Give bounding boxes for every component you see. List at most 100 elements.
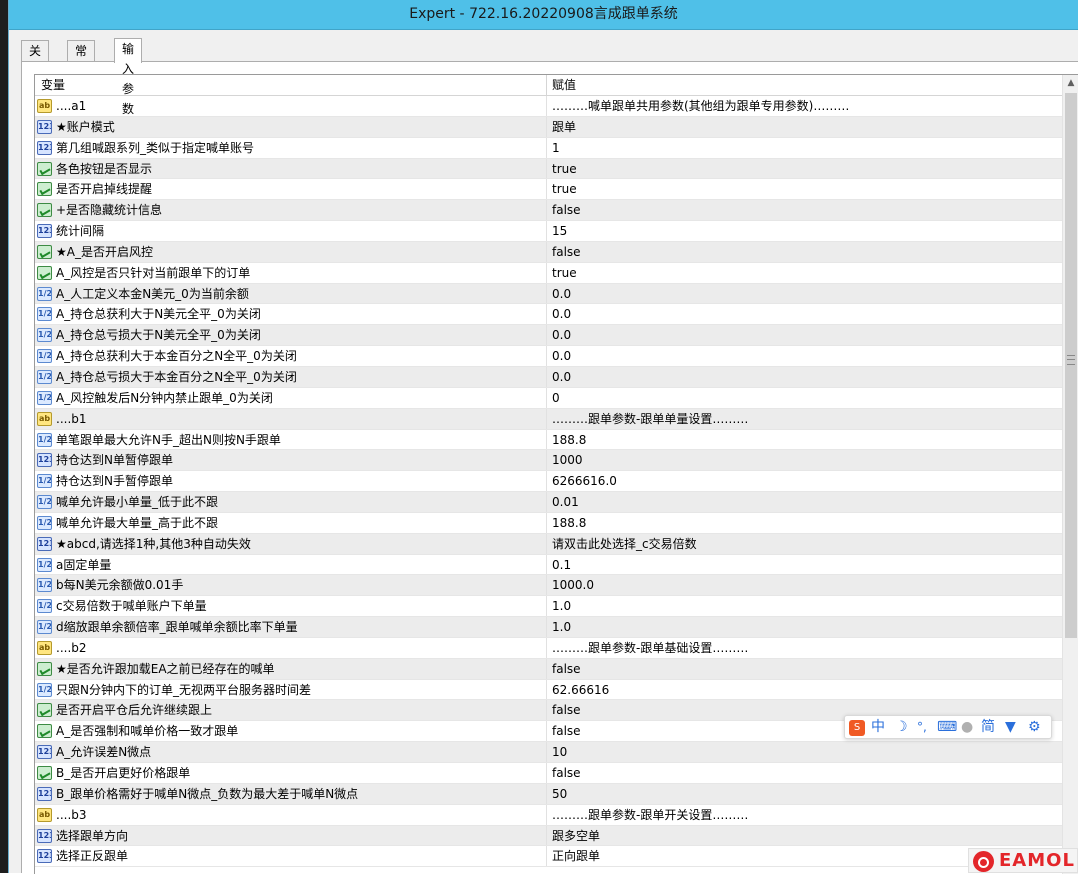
column-divider[interactable] xyxy=(546,75,547,95)
parameter-value[interactable]: 0.01 xyxy=(552,492,579,512)
parameter-row[interactable]: 1/2 a固定单量 0.1 xyxy=(35,554,1063,576)
sogou-logo-icon[interactable]: S xyxy=(849,720,865,736)
skin-shirt-icon[interactable]: ▼ xyxy=(1005,718,1016,736)
punctuation-icon[interactable]: °, xyxy=(917,718,927,736)
parameter-value[interactable]: 0 xyxy=(552,388,560,408)
parameter-value[interactable]: true xyxy=(552,159,577,179)
parameter-value[interactable]: false xyxy=(552,721,581,741)
parameter-value[interactable]: 10 xyxy=(552,742,567,762)
keyboard-icon[interactable]: ⌨ xyxy=(937,718,957,736)
parameter-value[interactable]: 50 xyxy=(552,784,567,804)
parameter-row[interactable]: 1/2 b每N美元余额做0.01手 1000.0 xyxy=(35,575,1063,597)
parameter-value[interactable]: 0.0 xyxy=(552,304,571,324)
parameter-row[interactable]: 123 A_允许误差N微点 10 xyxy=(35,742,1063,763)
parameter-row[interactable]: B_是否开启更好价格跟单 false xyxy=(35,763,1063,784)
parameter-name: A_是否强制和喊单价格一致才跟单 xyxy=(56,724,239,739)
parameter-value[interactable]: 1.0 xyxy=(552,596,571,616)
parameter-value[interactable]: ………喊单跟单共用参数(其他组为跟单专用参数)……… xyxy=(552,96,849,116)
parameter-row[interactable]: 123 B_跟单价格需好于喊单N微点_负数为最大差于喊单N微点 50 xyxy=(35,783,1063,805)
column-header-value[interactable]: 赋值 xyxy=(552,75,576,95)
parameter-row[interactable]: 1/2 只跟N分钟内下的订单_无视两平台服务器时间差 62.66616 xyxy=(35,679,1063,701)
double-type-icon: 1/2 xyxy=(37,515,52,530)
column-header-variable[interactable]: 变量 xyxy=(41,75,65,95)
parameter-name: 第几组喊跟系列_类似于指定喊单账号 xyxy=(56,140,255,155)
int-type-icon: 123 xyxy=(37,786,52,801)
settings-gear-icon[interactable]: ⚙ xyxy=(1028,718,1041,736)
parameter-value[interactable]: 1.0 xyxy=(552,617,571,637)
parameter-row[interactable]: 123 选择正反跟单 正向跟单 xyxy=(35,846,1063,868)
parameter-row[interactable]: 123 持仓达到N单暂停跟单 1000 xyxy=(35,450,1063,472)
tab-about[interactable]: 关于 xyxy=(21,40,50,78)
parameter-value[interactable]: ………跟单参数-跟单基础设置……… xyxy=(552,638,748,658)
parameter-row[interactable]: ab ....a1 ………喊单跟单共用参数(其他组为跟单专用参数)……… xyxy=(35,96,1063,117)
double-type-icon: 1/2 xyxy=(37,328,52,343)
parameter-value[interactable]: false xyxy=(552,763,581,783)
parameter-name: 只跟N分钟内下的订单_无视两平台服务器时间差 xyxy=(56,682,311,697)
parameter-row[interactable]: 1/2 c交易倍数于喊单账户下单量 1.0 xyxy=(35,596,1063,618)
parameter-value[interactable]: true xyxy=(552,263,577,283)
parameter-row[interactable]: 1/2 喊单允许最大单量_高于此不跟 188.8 xyxy=(35,512,1063,534)
parameter-value[interactable]: 0.0 xyxy=(552,284,571,304)
parameter-row[interactable]: 123 选择跟单方向 跟多空单 xyxy=(35,825,1063,847)
parameter-row[interactable]: 各色按钮是否显示 true xyxy=(35,158,1063,180)
parameter-row[interactable]: 是否开启掉线提醒 true xyxy=(35,179,1063,201)
parameter-value[interactable]: false xyxy=(552,242,581,262)
parameter-row[interactable]: ★是否允许跟加载EA之前已经存在的喊单 false xyxy=(35,658,1063,680)
parameter-value[interactable]: 188.8 xyxy=(552,430,586,450)
parameter-row[interactable]: +是否隐藏统计信息 false xyxy=(35,200,1063,222)
tab-input-parameters[interactable]: 输入参数 xyxy=(114,38,143,116)
parameter-row[interactable]: 1/2 A_持仓总亏损大于本金百分之N全平_0为关闭 0.0 xyxy=(35,366,1063,388)
vertical-scrollbar[interactable]: ▲ xyxy=(1062,75,1078,874)
ime-simplified-mode[interactable]: 简 xyxy=(981,718,995,736)
parameter-value[interactable]: false xyxy=(552,700,581,720)
parameter-value[interactable]: 188.8 xyxy=(552,513,586,533)
parameter-row[interactable]: 1/2 d缩放跟单余额倍率_跟单喊单余额比率下单量 1.0 xyxy=(35,617,1063,638)
parameter-value[interactable]: 1 xyxy=(552,138,560,158)
moon-icon[interactable]: ☽ xyxy=(895,718,908,736)
parameter-row[interactable]: ab ....b1 ………跟单参数-跟单单量设置……… xyxy=(35,408,1063,430)
parameter-row[interactable]: 1/2 喊单允许最小单量_低于此不跟 0.01 xyxy=(35,492,1063,513)
column-separator xyxy=(546,137,547,158)
parameter-row[interactable]: 123 ★abcd,请选择1种,其他3种自动失效 请双击此处选择_c交易倍数 xyxy=(35,533,1063,555)
parameter-value[interactable]: ………跟单参数-跟单单量设置……… xyxy=(552,409,748,429)
parameter-value[interactable]: true xyxy=(552,179,577,199)
parameter-row[interactable]: 123 ★账户模式 跟单 xyxy=(35,116,1063,138)
parameter-row[interactable]: ★A_是否开启风控 false xyxy=(35,241,1063,263)
parameter-row[interactable]: 1/2 A_持仓总获利大于本金百分之N全平_0为关闭 0.0 xyxy=(35,346,1063,367)
parameter-value[interactable]: false xyxy=(552,200,581,220)
parameter-value[interactable]: 0.1 xyxy=(552,555,571,575)
parameter-value[interactable]: 6266616.0 xyxy=(552,471,617,491)
scroll-up-arrow-icon[interactable]: ▲ xyxy=(1063,75,1078,92)
parameter-row[interactable]: 1/2 A_人工定义本金N美元_0为当前余额 0.0 xyxy=(35,283,1063,305)
parameter-value[interactable]: 62.66616 xyxy=(552,680,609,700)
parameter-row[interactable]: 123 第几组喊跟系列_类似于指定喊单账号 1 xyxy=(35,137,1063,159)
parameter-value[interactable]: 0.0 xyxy=(552,346,571,366)
parameter-value[interactable]: 0.0 xyxy=(552,367,571,387)
parameter-row[interactable]: 1/2 A_持仓总获利大于N美元全平_0为关闭 0.0 xyxy=(35,304,1063,326)
user-icon[interactable]: ● xyxy=(961,718,973,736)
parameter-value[interactable]: 15 xyxy=(552,221,567,241)
parameter-row[interactable]: 1/2 持仓达到N手暂停跟单 6266616.0 xyxy=(35,471,1063,493)
parameter-value[interactable]: 1000 xyxy=(552,450,583,470)
column-separator xyxy=(546,533,547,554)
parameter-row[interactable]: 1/2 单笔跟单最大允许N手_超出N则按N手跟单 188.8 xyxy=(35,429,1063,451)
parameter-row[interactable]: ab ....b3 ………跟单参数-跟单开关设置……… xyxy=(35,804,1063,826)
scrollbar-thumb[interactable] xyxy=(1065,93,1077,638)
parameter-value[interactable]: 跟多空单 xyxy=(552,826,600,846)
tab-common[interactable]: 常用 xyxy=(67,40,96,78)
parameter-value[interactable]: ………跟单参数-跟单开关设置……… xyxy=(552,805,748,825)
parameter-value[interactable]: 请双击此处选择_c交易倍数 xyxy=(552,534,697,554)
parameter-value[interactable]: 正向跟单 xyxy=(552,846,600,866)
string-type-icon: ab xyxy=(37,411,52,426)
parameter-value[interactable]: false xyxy=(552,659,581,679)
parameter-row[interactable]: 123 统计间隔 15 xyxy=(35,221,1063,242)
parameter-row[interactable]: 1/2 A_风控触发后N分钟内禁止跟单_0为关闭 0 xyxy=(35,387,1063,409)
ime-chinese-mode[interactable]: 中 xyxy=(871,718,885,736)
parameter-value[interactable]: 跟单 xyxy=(552,117,576,137)
parameter-row[interactable]: 1/2 A_持仓总亏损大于N美元全平_0为关闭 0.0 xyxy=(35,325,1063,347)
parameter-row[interactable]: A_风控是否只针对当前跟单下的订单 true xyxy=(35,262,1063,284)
parameter-name: 选择跟单方向 xyxy=(56,828,129,843)
parameter-value[interactable]: 1000.0 xyxy=(552,575,594,595)
parameter-row[interactable]: ab ....b2 ………跟单参数-跟单基础设置……… xyxy=(35,637,1063,659)
parameter-value[interactable]: 0.0 xyxy=(552,325,571,345)
